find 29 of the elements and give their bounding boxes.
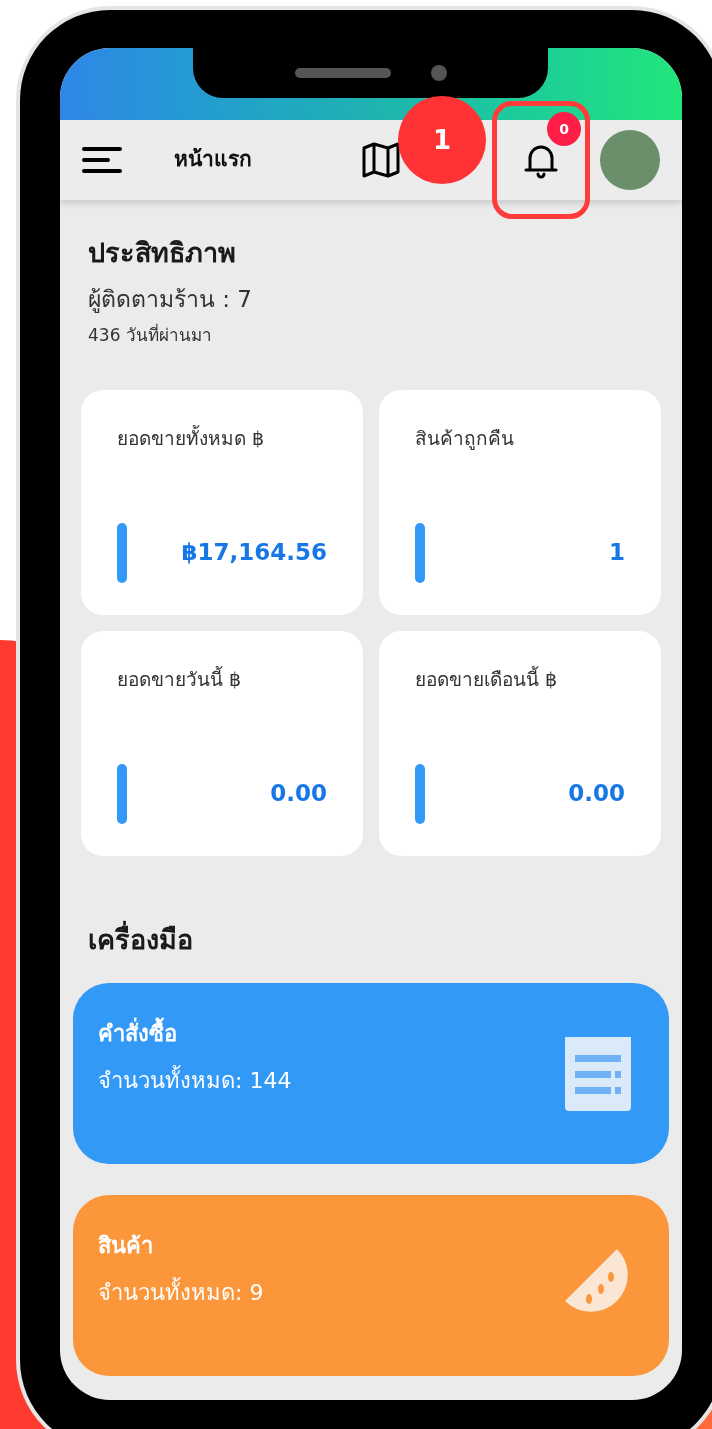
tool-count: จำนวนทั้งหมด: 144: [98, 1064, 292, 1095]
tool-title: สินค้า: [98, 1231, 154, 1260]
stat-label: ยอดขายทั้งหมด ฿: [117, 424, 266, 451]
accent-bar-icon: [117, 763, 127, 824]
accent-bar-icon: [117, 522, 127, 583]
notification-badge: 0: [547, 112, 581, 146]
page-title: หน้าแรก: [174, 146, 252, 174]
days-elapsed: 436 วันที่ผ่านมา: [88, 322, 213, 347]
stat-label: สินค้าถูกคืน: [415, 426, 515, 452]
avatar[interactable]: [600, 130, 660, 190]
tool-card[interactable]: สินค้า จำนวนทั้งหมด: 9: [73, 1194, 669, 1376]
accent-bar-icon: [415, 522, 425, 583]
accent-bar-icon: [415, 763, 425, 824]
stat-label: ยอดขายเดือนนี้ ฿: [415, 665, 559, 692]
section-title: เครื่องมือ: [60, 920, 682, 961]
tool-card[interactable]: คำสั่งซื้อ จำนวนทั้งหมด: 144: [73, 982, 669, 1164]
receipt-icon: [563, 1034, 633, 1113]
tool-count: จำนวนทั้งหมด: 9: [98, 1276, 264, 1307]
stat-value: 1: [609, 538, 625, 568]
step-marker: 1: [398, 96, 486, 184]
section-title: ประสิทธิภาพ: [88, 236, 237, 270]
stat-value: 0.00: [270, 779, 327, 809]
menu-icon[interactable]: [82, 147, 122, 173]
stat-label: ยอดขายวันนี้ ฿: [117, 665, 243, 692]
tool-title: คำสั่งซื้อ: [98, 1016, 292, 1050]
map-icon[interactable]: [362, 142, 400, 178]
stat-value: ฿17,164.56: [181, 538, 327, 568]
follower-count: ผู้ติดตามร้าน : 7: [88, 285, 253, 315]
stat-value: 0.00: [568, 779, 625, 809]
